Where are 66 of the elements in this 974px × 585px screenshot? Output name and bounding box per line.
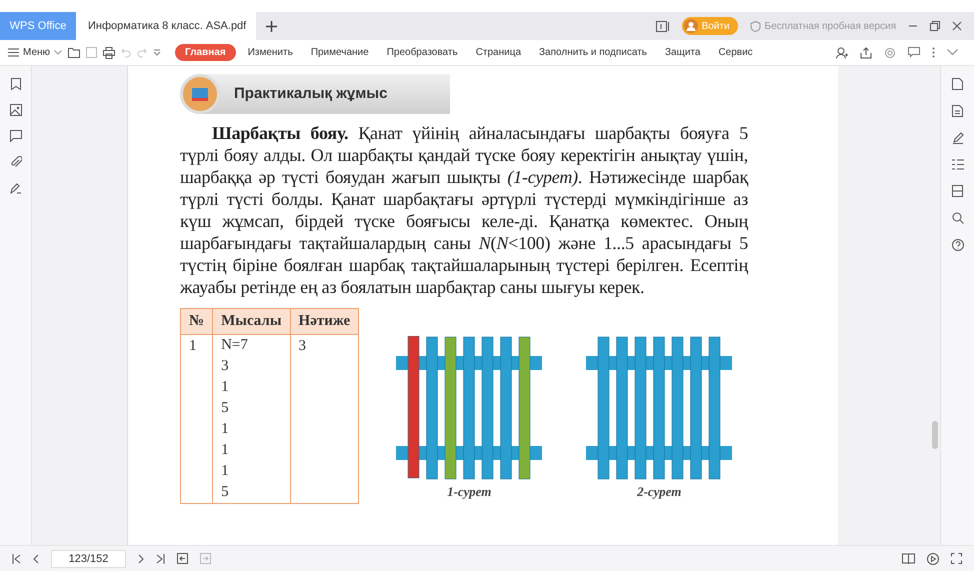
back-icon[interactable] (177, 553, 188, 564)
table-cell-text: 1 (221, 440, 230, 460)
ribbon-tab[interactable]: Заполнить и подписать (533, 44, 653, 61)
image-icon[interactable] (10, 104, 22, 116)
folder-icon[interactable] (68, 47, 80, 58)
pen-signature-icon[interactable] (10, 182, 22, 194)
ribbon-tab[interactable]: Главная (175, 44, 236, 61)
shield-icon (750, 20, 761, 32)
chevron-down-icon (54, 50, 62, 55)
heading: Практикалық жұмыс (234, 84, 388, 104)
document-icon[interactable] (952, 78, 963, 90)
ribbon-tab[interactable]: Страница (470, 44, 528, 61)
table-cell-text: 1 (221, 378, 230, 396)
next-page-icon[interactable] (138, 554, 144, 564)
book-icon[interactable] (952, 185, 963, 197)
table-cell-text: N=7 (221, 336, 249, 354)
ribbon-tab[interactable]: Защита (658, 44, 706, 61)
plus-icon[interactable] (266, 20, 276, 32)
table-cell: 1 (180, 334, 213, 503)
share-user-icon[interactable] (836, 46, 848, 58)
paragraph: Шарбақты бояу. Қанат үйінің айналасындағы шарбақты бояуға 5 түрлі бояу алды. Ол шарбақты қандай түске бояу керектігін анықтау үшін, шарбаққа әр түсті бояудан жағып шықты (1-сурет). Нәтижесінде шарбақ түрлі түсті болды. Қанат шарбақтағы әртүрлі түстерді мүмкіндігінше аз күш жұмсап, бірдей түске бояғысы келе-ді. Қанатқа көмектес. Оның шарбағындағы тақтайшалардың саны N(N<100) және 1...5 арасындағы 5 түстің біріне боялған шарбақ тақтайшаларының түстері берілген. Есептің жауабы ретінде ең аз боялатын шарбақтар саны шығуы керек. (180, 122, 748, 298)
play-icon[interactable] (927, 552, 939, 564)
paperclip-icon[interactable] (10, 156, 22, 168)
document-text-icon[interactable] (952, 105, 963, 117)
ribbon-tab[interactable]: Примечание (304, 44, 375, 61)
computer-emblem-icon (180, 74, 220, 114)
table-cell-text: 5 (221, 398, 230, 418)
ribbon-tab[interactable]: Изменить (242, 44, 299, 61)
search-icon[interactable] (952, 212, 964, 224)
table-cell: 3 (290, 334, 359, 503)
figure-caption: 2-сурет (637, 483, 682, 501)
column-header: № (180, 308, 213, 334)
more-vertical-icon[interactable] (932, 47, 935, 58)
table-cell-text: 3 (221, 356, 230, 376)
restore-icon[interactable] (930, 21, 940, 31)
print-icon[interactable] (103, 46, 116, 58)
figure-caption: 1-сурет (447, 483, 492, 501)
ribbon-tab[interactable]: Сервис (712, 44, 759, 61)
pen-icon[interactable] (952, 132, 964, 144)
column-header: Мысалы (212, 308, 290, 334)
menu-icon (8, 48, 19, 57)
comment-icon[interactable] (10, 130, 22, 142)
fullscreen-icon[interactable] (951, 553, 962, 564)
page-count-icon[interactable] (656, 20, 670, 32)
more-icon[interactable] (153, 48, 162, 56)
table-cell-text: 1 (221, 420, 230, 438)
comment-icon[interactable] (908, 47, 920, 58)
book-view-icon[interactable] (902, 553, 915, 564)
ribbon-tab[interactable]: Преобразовать (380, 44, 464, 61)
upload-icon[interactable] (860, 46, 872, 58)
settings-icon[interactable] (884, 46, 896, 58)
scrollbar-thumb[interactable] (932, 421, 938, 449)
previous-page-icon[interactable] (33, 554, 39, 564)
last-page-icon[interactable] (156, 554, 165, 564)
table-cell-text: 1 (221, 462, 230, 480)
table-cell-text: 5 (221, 482, 230, 502)
bookmark-icon[interactable] (10, 78, 20, 90)
column-header: Нәтиже (290, 308, 359, 334)
chevron-down-icon[interactable] (947, 49, 958, 56)
menu-button[interactable]: Меню (8, 45, 62, 60)
user-avatar-icon (684, 19, 698, 33)
help-icon[interactable] (952, 239, 964, 251)
first-page-icon[interactable] (12, 554, 21, 564)
close-icon[interactable] (952, 21, 962, 31)
page-number-field[interactable]: 123/152 (51, 550, 126, 568)
list-icon[interactable] (952, 159, 964, 170)
